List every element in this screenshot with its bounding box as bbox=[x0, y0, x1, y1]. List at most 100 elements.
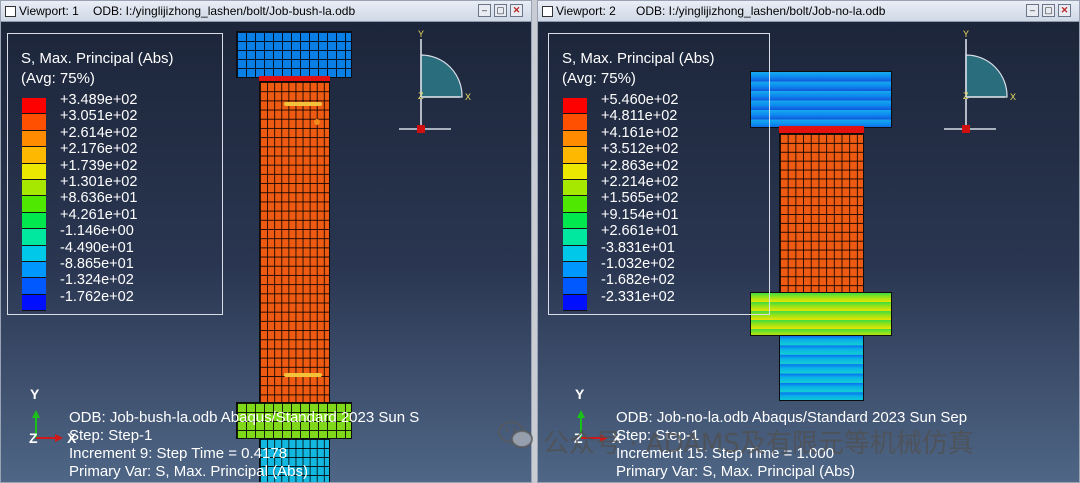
legend-swatch bbox=[563, 212, 587, 230]
axis-y-label: Y bbox=[575, 386, 585, 402]
odb-path: ODB: I:/yinglijizhong_lashen/bolt/Job-no… bbox=[636, 4, 886, 18]
legend-value: +4.261e+01 bbox=[60, 206, 138, 223]
nut bbox=[750, 292, 892, 336]
triad-x-label: X bbox=[1010, 92, 1016, 102]
viewport-icon bbox=[542, 6, 553, 17]
legend-swatch bbox=[563, 261, 587, 279]
legend-swatch bbox=[563, 98, 587, 115]
axis-y-label: Y bbox=[30, 386, 40, 402]
bolt-shank bbox=[259, 81, 330, 403]
legend-value: +5.460e+02 bbox=[601, 92, 679, 108]
legend-swatch bbox=[563, 245, 587, 262]
legend-swatch bbox=[22, 245, 46, 262]
bolt-shank bbox=[779, 133, 864, 293]
odb-info-line: ODB: Job-bush-la.odb Abaqus/Standard 202… bbox=[69, 409, 420, 426]
legend-average: (Avg: 75%) bbox=[562, 70, 636, 87]
legend-swatch bbox=[563, 147, 587, 164]
legend-value: +4.161e+02 bbox=[601, 124, 679, 141]
legend-swatch bbox=[22, 278, 46, 295]
legend-value: +1.301e+02 bbox=[60, 173, 138, 190]
legend-value: +1.739e+02 bbox=[60, 157, 138, 174]
legend-swatches bbox=[22, 98, 46, 312]
legend-value: -2.331e+02 bbox=[601, 288, 675, 305]
legend-swatch bbox=[22, 229, 46, 246]
legend-value: -3.831e+01 bbox=[601, 239, 675, 256]
legend-swatch bbox=[22, 196, 46, 213]
viewport-title: Viewport: 1 bbox=[19, 4, 79, 18]
triad-x-label: X bbox=[465, 92, 471, 102]
primary-var-line: Primary Var: S, Max. Principal (Abs) bbox=[69, 463, 308, 480]
legend-swatches bbox=[563, 98, 587, 312]
legend-swatch bbox=[22, 147, 46, 164]
legend-title: S, Max. Principal (Abs) bbox=[21, 50, 174, 67]
legend-swatch bbox=[563, 196, 587, 213]
watermark-text: 公众号 · ADAMS及有限元等机械仿真 bbox=[543, 429, 974, 459]
legend-average: (Avg: 75%) bbox=[21, 70, 95, 87]
legend-swatch bbox=[563, 179, 587, 197]
viewport-title: Viewport: 2 bbox=[556, 4, 616, 18]
view-orientation-triad: Y X Z bbox=[944, 29, 1016, 133]
triad-y-label: Y bbox=[963, 29, 969, 39]
triad-z-label: Z bbox=[963, 91, 969, 101]
bolt-head bbox=[236, 31, 352, 78]
restore-button[interactable]: ▢ bbox=[1042, 4, 1055, 17]
legend-swatch bbox=[22, 98, 46, 115]
legend-value: -1.682e+02 bbox=[601, 272, 675, 289]
legend-value: -8.865e+01 bbox=[60, 255, 134, 272]
shank-hotspot-2 bbox=[284, 373, 322, 377]
legend-swatch bbox=[563, 163, 587, 180]
contour-legend: S, Max. Principal (Abs) (Avg: 75%) +5.46… bbox=[548, 33, 770, 315]
hotspot-dot bbox=[314, 119, 320, 125]
close-button[interactable]: ✕ bbox=[1058, 4, 1071, 17]
legend-value: +3.489e+02 bbox=[60, 92, 138, 108]
legend-swatch bbox=[563, 294, 587, 312]
legend-value: -1.324e+02 bbox=[60, 272, 134, 289]
legend-swatch bbox=[563, 114, 587, 131]
odb-path: ODB: I:/yinglijizhong_lashen/bolt/Job-bu… bbox=[93, 4, 356, 18]
increment-info-line: Increment 9: Step Time = 0.4178 bbox=[69, 445, 288, 462]
legend-swatch bbox=[563, 229, 587, 246]
legend-swatch bbox=[22, 212, 46, 230]
legend-value: -1.146e+00 bbox=[60, 223, 134, 240]
legend-value: +4.811e+02 bbox=[601, 108, 678, 125]
minimize-button[interactable]: – bbox=[478, 4, 491, 17]
legend-value: +8.636e+01 bbox=[60, 190, 138, 207]
shank-hotspot bbox=[284, 102, 322, 106]
view-orientation-triad: Y X Z bbox=[399, 29, 471, 133]
primary-var-line: Primary Var: S, Max. Principal (Abs) bbox=[616, 463, 855, 480]
bolt-head bbox=[750, 71, 892, 128]
legend-value: +2.863e+02 bbox=[601, 157, 679, 174]
legend-value: +1.565e+02 bbox=[601, 190, 679, 207]
legend-swatch bbox=[22, 114, 46, 131]
viewport-2-titlebar[interactable]: Viewport: 2 ODB: I:/yinglijizhong_lashen… bbox=[538, 1, 1079, 22]
legend-value: -1.032e+02 bbox=[601, 255, 675, 272]
wechat-icon bbox=[498, 421, 533, 448]
viewport-2[interactable]: Viewport: 2 ODB: I:/yinglijizhong_lashen… bbox=[537, 0, 1080, 483]
bolt-end bbox=[779, 335, 864, 401]
minimize-button[interactable]: – bbox=[1026, 4, 1039, 17]
legend-swatch bbox=[563, 130, 587, 148]
legend-value: -4.490e+01 bbox=[60, 239, 134, 256]
legend-swatch bbox=[22, 261, 46, 279]
legend-title: S, Max. Principal (Abs) bbox=[562, 50, 715, 67]
restore-button[interactable]: ▢ bbox=[494, 4, 507, 17]
legend-values: +5.460e+02 +4.811e+02 +4.161e+02 +3.512e… bbox=[601, 92, 678, 305]
legend-value: +9.154e+01 bbox=[601, 206, 679, 223]
legend-value: +3.051e+02 bbox=[60, 108, 138, 125]
viewport-1-titlebar[interactable]: Viewport: 1 ODB: I:/yinglijizhong_lashen… bbox=[1, 1, 531, 22]
triad-z-label: Z bbox=[418, 91, 424, 101]
close-button[interactable]: ✕ bbox=[510, 4, 523, 17]
legend-value: +2.614e+02 bbox=[60, 124, 138, 141]
legend-swatch bbox=[22, 179, 46, 197]
legend-values: +3.489e+02 +3.051e+02 +2.614e+02 +2.176e… bbox=[60, 92, 137, 305]
axis-z-label: Z bbox=[29, 430, 38, 446]
legend-value: -1.762e+02 bbox=[60, 288, 134, 305]
viewport-1[interactable]: Viewport: 1 ODB: I:/yinglijizhong_lashen… bbox=[0, 0, 532, 483]
legend-value: +2.176e+02 bbox=[60, 141, 138, 158]
legend-swatch bbox=[22, 163, 46, 180]
legend-value: +2.214e+02 bbox=[601, 173, 679, 190]
legend-swatch bbox=[22, 130, 46, 148]
viewport-icon bbox=[5, 6, 16, 17]
legend-swatch bbox=[563, 278, 587, 295]
odb-info: ODB: Job-bush-la.odb Abaqus/Standard 202… bbox=[69, 409, 419, 481]
